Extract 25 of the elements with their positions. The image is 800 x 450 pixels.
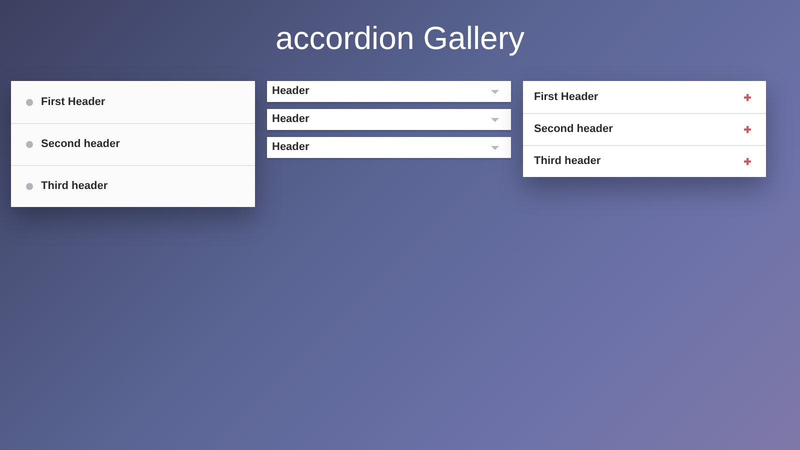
header-label: First Header xyxy=(534,90,598,105)
plus-icon xyxy=(744,94,751,100)
caret-icon xyxy=(491,90,499,94)
header-label: Second header xyxy=(534,122,613,138)
caret-icon xyxy=(491,146,499,150)
accordion-header[interactable]: First Header xyxy=(11,81,255,123)
header-label: Third header xyxy=(534,154,601,170)
accordion-header[interactable]: Third header xyxy=(523,145,766,177)
header-label: Second header xyxy=(41,137,120,152)
header-label: Header xyxy=(272,112,310,128)
accordion-header[interactable]: Header xyxy=(267,109,511,130)
caret-icon xyxy=(491,118,499,122)
header-label: Header xyxy=(272,140,310,156)
accordion-header[interactable]: Header xyxy=(267,137,511,158)
accordion-header[interactable]: Third header xyxy=(11,165,255,207)
accordion-header[interactable]: First Header xyxy=(523,81,766,113)
plus-icon xyxy=(744,158,751,165)
plus-icon xyxy=(744,126,751,133)
accordion-header[interactable]: Header xyxy=(267,81,511,102)
header-label: First Header xyxy=(41,94,106,110)
accordion-header[interactable]: Second header xyxy=(523,113,766,145)
header-label: Header xyxy=(272,84,310,100)
header-label: Third header xyxy=(41,179,108,194)
accordion-header[interactable]: Second header xyxy=(11,123,255,165)
page-title: accordion Gallery xyxy=(274,19,526,58)
